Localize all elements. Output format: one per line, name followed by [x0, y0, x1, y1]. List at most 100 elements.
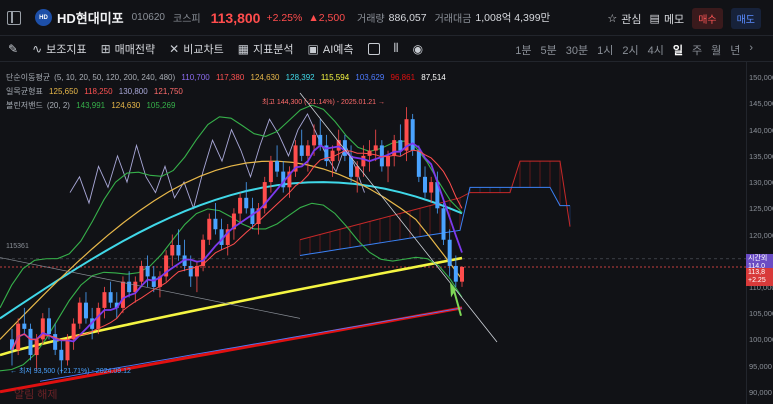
period-week[interactable]: 주 [692, 42, 702, 58]
candle-body [361, 155, 366, 167]
market-name: 코스피 [173, 14, 201, 25]
compare-button[interactable]: ✕ 비교차트 [169, 41, 224, 57]
price-axis[interactable]: 150,000 145,000 140,000 135,000 130,000 125,0… [746, 62, 773, 404]
ma-legend[interactable]: 단순이동평균 (5, 10, 20, 50, 120, 200, 240, 480… [6, 72, 450, 83]
strategy-button[interactable]: ⊞ 매매전략 [101, 41, 156, 57]
period-30min[interactable]: 30분 [566, 42, 588, 58]
amount-value: 1,008억 4,399만 [475, 12, 551, 24]
header-actions: ☆ 관심 ▤ 메모 매수 매도 [607, 8, 761, 29]
ichimoku-value-4: 121,750 [153, 87, 183, 96]
analysis-icon: ▦ [237, 41, 250, 56]
candle-body [275, 161, 280, 172]
memo-icon: ▤ [649, 13, 660, 25]
candle-body [423, 176, 428, 193]
ichimoku-value-2: 118,250 [84, 87, 113, 96]
candle-body [441, 208, 446, 240]
bollinger-legend[interactable]: 볼린저밴드 (20, 2) 143,991 124,630 105,269 [6, 100, 179, 111]
candle-body [59, 349, 64, 361]
axis-tick-label: 135,000 [749, 151, 773, 161]
watchlist-label: 관심 [621, 13, 642, 26]
period-2hour[interactable]: 2시 [622, 42, 638, 58]
candle-body [244, 197, 249, 209]
candle-body [188, 265, 193, 277]
bb-upper [0, 104, 463, 309]
candle-type-button[interactable]: ⫴ [394, 41, 399, 56]
trend-line-1 [299, 92, 498, 343]
candle-body [201, 239, 206, 266]
candle-body [398, 140, 403, 151]
price-chart[interactable] [0, 62, 746, 404]
chevron-right-icon[interactable]: › [749, 42, 753, 58]
stock-name[interactable]: HD현대미포 [57, 8, 124, 27]
buy-button[interactable]: 매수 [692, 8, 723, 29]
ma-legend-params: (5, 10, 20, 50, 120, 200, 240, 480) [54, 73, 176, 82]
ma-legend-label: 단순이동평균 [6, 73, 51, 82]
ma50-value: 128,392 [285, 73, 315, 82]
period-1hour[interactable]: 1시 [597, 42, 613, 58]
ma240-value: 96,861 [390, 73, 416, 82]
draw-tool-button[interactable]: ✎ [8, 42, 18, 56]
period-4hour[interactable]: 4시 [648, 42, 664, 58]
candle-body [268, 161, 273, 183]
ai-button[interactable]: ▣ AI예측 [308, 41, 354, 57]
candle-body [139, 265, 144, 282]
ichimoku-span-b [299, 186, 570, 256]
ichimoku-value-1: 125,650 [49, 87, 78, 96]
candle-body [28, 328, 33, 356]
candle-body [46, 318, 51, 335]
compare-icon: ✕ [169, 41, 180, 56]
alert-off-watermark[interactable]: 알림 해제 [14, 386, 58, 402]
axis-tick-label: 105,000 [749, 309, 773, 319]
sidebar-toggle-icon[interactable] [7, 10, 21, 25]
ma480-value: 87,514 [421, 73, 446, 82]
period-year[interactable]: 년 [730, 42, 740, 58]
candle-body [429, 182, 434, 193]
axis-tick-label: 95,000 [749, 361, 772, 371]
candle-body [108, 292, 113, 303]
bollinger-legend-label: 볼린저밴드 [6, 101, 43, 110]
candle-body [373, 145, 378, 151]
ichimoku-legend-label: 일목균형표 [6, 87, 43, 96]
ichimoku-legend[interactable]: 일목균형표 125,650 118,250 130,800 121,750 [6, 86, 187, 97]
watchlist-button[interactable]: ☆ 관심 [607, 11, 641, 27]
ma200-value: 103,629 [355, 73, 385, 82]
stock-header: HD HD현대미포 010620 코스피 113,800 +2.25% ▲2,5… [0, 0, 773, 36]
candle-body [453, 265, 458, 282]
analysis-label: 지표분석 [253, 43, 294, 56]
candle-body [102, 292, 107, 308]
period-day[interactable]: 일 [673, 42, 683, 58]
memo-button[interactable]: ▤ 메모 [650, 11, 685, 27]
analysis-button[interactable]: ▦ 지표분석 [238, 41, 294, 57]
candle-body [120, 281, 125, 308]
square-icon [367, 42, 380, 55]
period-1min[interactable]: 1분 [515, 42, 531, 58]
amount-label: 거래대금 [434, 14, 472, 25]
candle-body [386, 155, 391, 167]
bb-mid-value: 124,630 [111, 101, 141, 110]
candle-body [151, 276, 156, 287]
axis-tick-label: 120,000 [749, 230, 773, 240]
bollinger-legend-params: (20, 2) [46, 101, 70, 110]
candle-body [145, 265, 150, 277]
indicator-icon: ∿ [32, 41, 43, 56]
level-label: 115361 [6, 243, 29, 250]
ai-icon: ▣ [307, 41, 319, 56]
stock-code: 010620 [131, 12, 165, 23]
screenshot-button[interactable]: ◉ [413, 42, 423, 56]
memo-label: 메모 [663, 13, 685, 26]
pencil-icon: ✎ [8, 41, 19, 56]
bb-lower-value: 105,269 [146, 101, 176, 110]
compare-label: 비교차트 [183, 43, 224, 56]
layout-button[interactable] [367, 42, 380, 55]
period-month[interactable]: 월 [711, 42, 721, 58]
current-price-tag: 113,8 +2.25 [746, 268, 773, 287]
low-annotation: ← 최저 93,500 (+21.71%) - 2024.09.12 [10, 368, 131, 375]
axis-tick-label: 90,000 [749, 387, 772, 397]
candle-body [460, 267, 464, 282]
indicators-button[interactable]: ∿ 보조지표 [32, 41, 87, 57]
candle-body [170, 244, 175, 256]
sell-button[interactable]: 매도 [730, 8, 761, 29]
period-5min[interactable]: 5분 [540, 42, 556, 58]
candle-body [299, 145, 304, 156]
candle-body [410, 119, 415, 151]
